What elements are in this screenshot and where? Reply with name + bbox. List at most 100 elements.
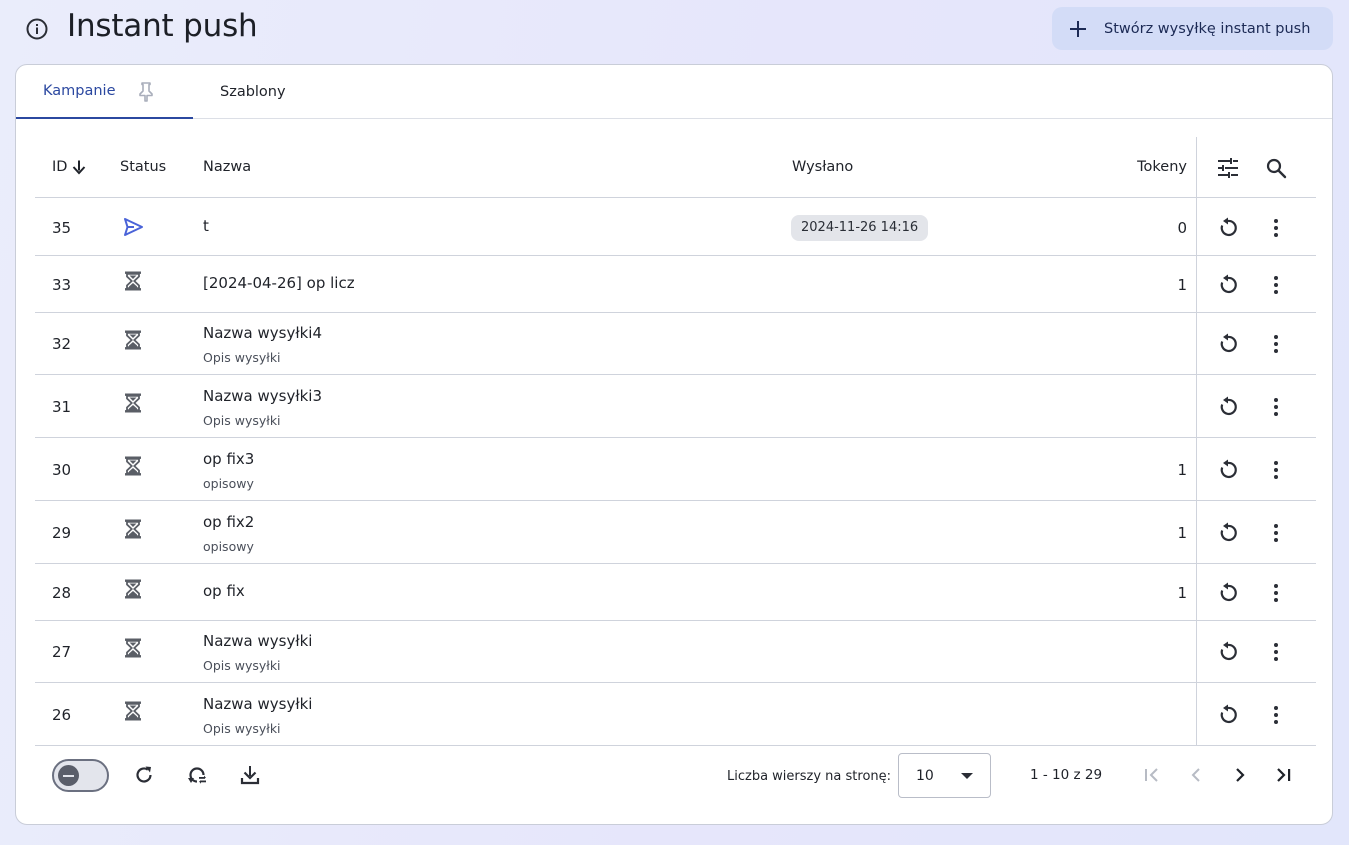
arrow-down-icon bbox=[73, 160, 86, 175]
table-row[interactable]: 33 [2024-04-26] op licz 1 bbox=[35, 256, 1316, 313]
hourglass-icon bbox=[125, 701, 141, 720]
restart-icon[interactable] bbox=[1216, 216, 1240, 240]
column-header-sent[interactable]: Wysłano bbox=[792, 159, 853, 175]
table-row[interactable]: 27 Nazwa wysyłki Opis wysyłki bbox=[35, 621, 1316, 683]
campaigns-card: Kampanie Szablony ID Status Nazwa Wysłan… bbox=[15, 64, 1333, 825]
cell-id: 30 bbox=[52, 460, 72, 479]
pin-icon[interactable] bbox=[137, 81, 155, 103]
toggle-knob bbox=[58, 765, 79, 786]
table-row[interactable]: 26 Nazwa wysyłki Opis wysyłki bbox=[35, 683, 1316, 746]
cell-name: Nazwa wysyłki bbox=[203, 632, 313, 650]
cell-name: t bbox=[203, 216, 209, 235]
restart-icon[interactable] bbox=[1216, 640, 1240, 664]
hourglass-icon bbox=[125, 393, 141, 412]
more-vert-icon[interactable] bbox=[1264, 458, 1288, 482]
page-title: Instant push bbox=[67, 8, 258, 44]
info-icon[interactable] bbox=[25, 17, 49, 41]
tab-kampanie-label: Kampanie bbox=[43, 83, 116, 99]
cell-description: opisowy bbox=[203, 475, 254, 491]
column-header-name[interactable]: Nazwa bbox=[203, 159, 251, 175]
column-header-status[interactable]: Status bbox=[120, 159, 166, 175]
cell-id: 33 bbox=[52, 275, 72, 294]
tab-bar: Kampanie Szablony bbox=[16, 65, 1332, 119]
hourglass-icon bbox=[125, 579, 141, 598]
cell-id: 31 bbox=[52, 397, 72, 416]
table-footer: Liczba wierszy na stronę: 10 1 - 10 z 29 bbox=[16, 745, 1332, 824]
cell-description: Opis wysyłki bbox=[203, 350, 281, 365]
auto-refresh-icon[interactable] bbox=[185, 763, 209, 787]
search-icon[interactable] bbox=[1264, 156, 1288, 180]
restart-icon[interactable] bbox=[1216, 395, 1240, 419]
sent-icon bbox=[124, 217, 143, 236]
hourglass-icon bbox=[125, 271, 141, 290]
last-page-icon[interactable] bbox=[1272, 763, 1296, 787]
cell-id: 35 bbox=[52, 218, 72, 237]
cell-tokens: 1 bbox=[1177, 583, 1187, 602]
more-vert-icon[interactable] bbox=[1264, 273, 1288, 297]
more-vert-icon[interactable] bbox=[1264, 521, 1288, 545]
cell-name: op fix3 bbox=[203, 449, 255, 468]
cell-description: Opis wysyłki bbox=[203, 720, 281, 736]
tab-szablony-label: Szablony bbox=[220, 84, 286, 100]
cell-id: 28 bbox=[52, 583, 72, 602]
cell-name: Nazwa wysyłki3 bbox=[203, 386, 323, 405]
cell-tokens: 1 bbox=[1177, 275, 1187, 294]
cell-id: 27 bbox=[52, 643, 72, 661]
table-row[interactable]: 32 Nazwa wysyłki4 Opis wysyłki bbox=[35, 313, 1316, 375]
more-vert-icon[interactable] bbox=[1264, 703, 1288, 727]
caret-down-icon bbox=[961, 773, 973, 779]
first-page-icon[interactable] bbox=[1140, 763, 1164, 787]
table-row[interactable]: 35 t 2024-11-26 14:16 0 bbox=[35, 199, 1316, 256]
more-vert-icon[interactable] bbox=[1264, 216, 1288, 240]
toggle-switch[interactable] bbox=[52, 759, 109, 792]
refresh-icon[interactable] bbox=[132, 763, 156, 787]
hourglass-icon bbox=[125, 330, 141, 350]
create-instant-push-button[interactable]: Stwórz wysyłkę instant push bbox=[1052, 7, 1333, 50]
cell-name: op fix2 bbox=[203, 512, 255, 531]
cell-description: Opis wysyłki bbox=[203, 658, 281, 673]
previous-page-icon[interactable] bbox=[1184, 763, 1208, 787]
hourglass-icon bbox=[125, 638, 141, 658]
cell-tokens: 1 bbox=[1177, 460, 1187, 479]
cell-name: op fix bbox=[203, 581, 245, 600]
more-vert-icon[interactable] bbox=[1264, 581, 1288, 605]
more-vert-icon[interactable] bbox=[1264, 395, 1288, 419]
hourglass-icon bbox=[125, 519, 141, 538]
table-row[interactable]: 31 Nazwa wysyłki3 Opis wysyłki bbox=[35, 375, 1316, 438]
tune-icon[interactable] bbox=[1216, 156, 1240, 180]
page-header: Instant push Stwórz wysyłkę instant push bbox=[0, 0, 1349, 60]
rows-per-page-value: 10 bbox=[916, 768, 934, 784]
restart-icon[interactable] bbox=[1216, 458, 1240, 482]
pagination-range: 1 - 10 z 29 bbox=[1030, 767, 1103, 783]
cell-tokens: 0 bbox=[1177, 218, 1187, 237]
cell-description: opisowy bbox=[203, 538, 254, 554]
rows-per-page-select[interactable]: 10 bbox=[898, 753, 991, 798]
cell-tokens: 1 bbox=[1177, 523, 1187, 542]
more-vert-icon[interactable] bbox=[1264, 640, 1288, 664]
table-header: ID Status Nazwa Wysłano Tokeny bbox=[35, 137, 1316, 198]
plus-icon bbox=[1070, 20, 1086, 37]
restart-icon[interactable] bbox=[1216, 581, 1240, 605]
next-page-icon[interactable] bbox=[1228, 763, 1252, 787]
more-vert-icon[interactable] bbox=[1264, 332, 1288, 356]
tab-szablony[interactable]: Szablony bbox=[220, 65, 286, 119]
table-row[interactable]: 28 op fix 1 bbox=[35, 564, 1316, 621]
cell-id: 29 bbox=[52, 523, 72, 542]
table-row[interactable]: 29 op fix2 opisowy 1 bbox=[35, 501, 1316, 564]
column-header-id[interactable]: ID bbox=[52, 159, 87, 175]
cell-name: Nazwa wysyłki4 bbox=[203, 324, 323, 342]
table-row[interactable]: 30 op fix3 opisowy 1 bbox=[35, 438, 1316, 501]
cell-name: Nazwa wysyłki bbox=[203, 694, 313, 713]
restart-icon[interactable] bbox=[1216, 332, 1240, 356]
restart-icon[interactable] bbox=[1216, 703, 1240, 727]
cell-id: 32 bbox=[52, 335, 72, 353]
download-icon[interactable] bbox=[238, 763, 262, 787]
rows-per-page-label: Liczba wierszy na stronę: bbox=[727, 769, 892, 784]
hourglass-icon bbox=[125, 456, 141, 475]
cell-description: Opis wysyłki bbox=[203, 412, 281, 428]
tab-kampanie[interactable]: Kampanie bbox=[16, 65, 193, 119]
restart-icon[interactable] bbox=[1216, 273, 1240, 297]
restart-icon[interactable] bbox=[1216, 521, 1240, 545]
cell-id: 26 bbox=[52, 705, 72, 724]
column-header-tokens[interactable]: Tokeny bbox=[1137, 159, 1187, 175]
